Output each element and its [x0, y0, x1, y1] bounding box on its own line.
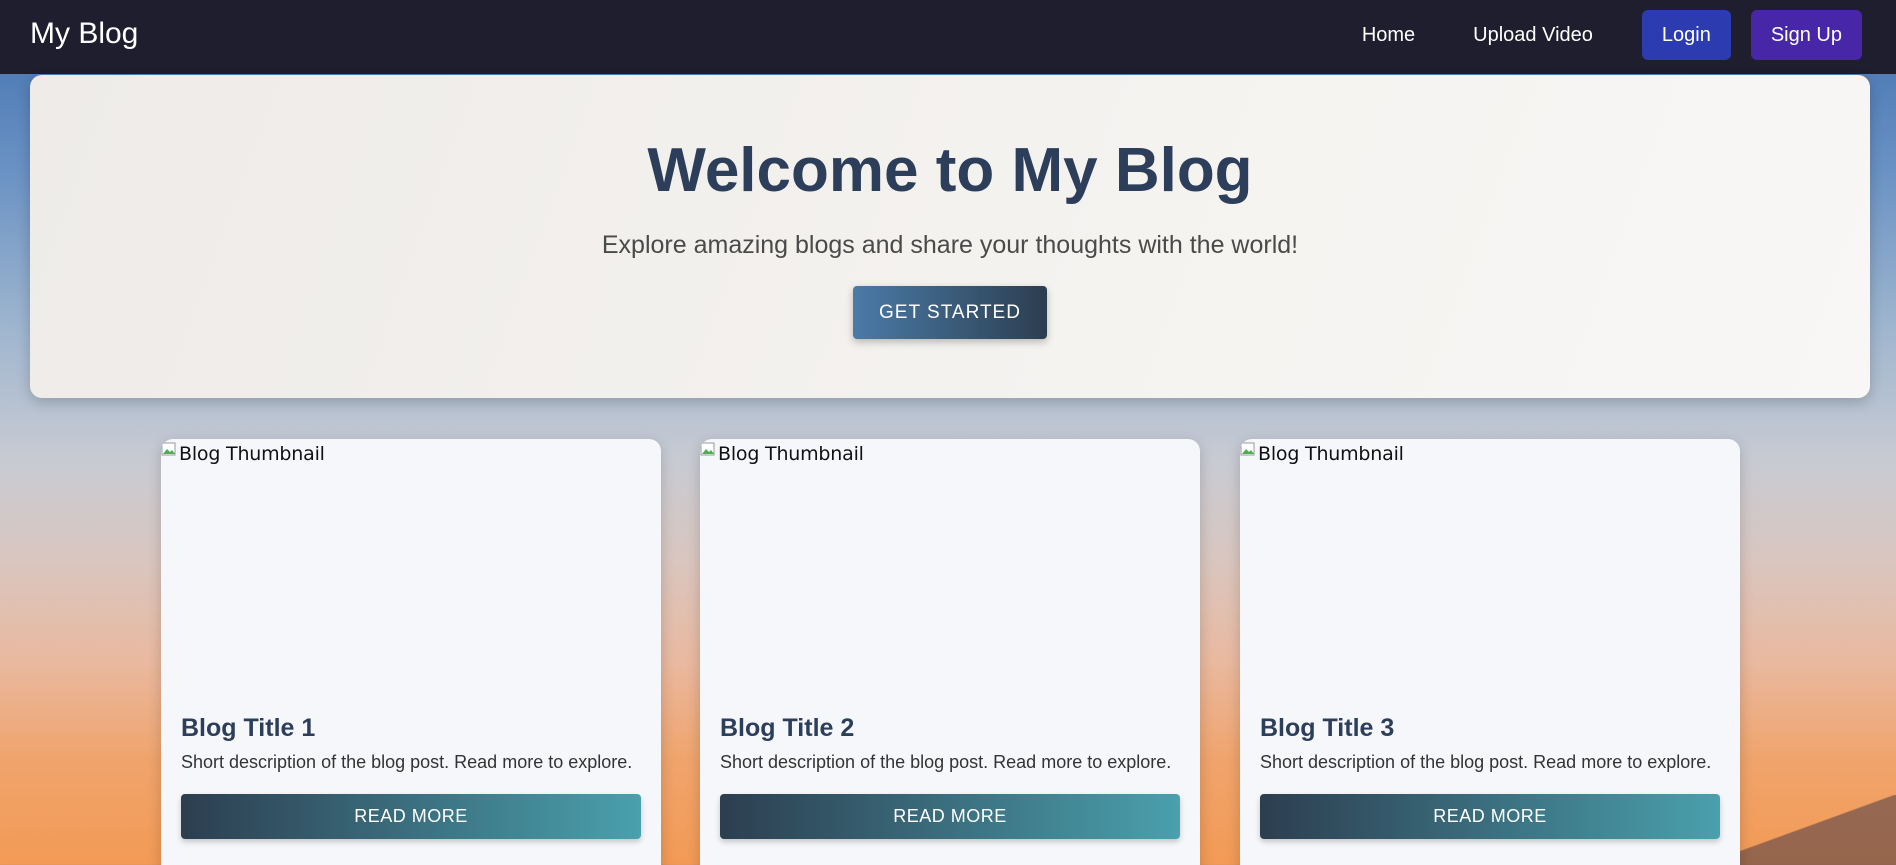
blog-card: Blog Thumbnail Blog Title 2 Short descri… [700, 439, 1200, 865]
blog-description: Short description of the blog post. Read… [720, 752, 1172, 772]
navbar: My Blog Home Upload Video Login Sign Up [0, 0, 1896, 74]
read-more-button[interactable]: READ MORE [1260, 794, 1720, 839]
blog-thumbnail: Blog Thumbnail [161, 439, 661, 689]
hero-section: Welcome to My Blog Explore amazing blogs… [30, 75, 1870, 398]
get-started-button[interactable]: GET STARTED [853, 286, 1047, 339]
blog-title: Blog Title 3 [1260, 714, 1395, 742]
blog-card: Blog Thumbnail Blog Title 1 Short descri… [161, 439, 661, 865]
brand-logo[interactable]: My Blog [30, 16, 138, 52]
broken-image-icon [700, 442, 715, 456]
read-more-button[interactable]: READ MORE [720, 794, 1180, 839]
thumbnail-alt-text: Blog Thumbnail [1258, 443, 1404, 465]
broken-image-icon [161, 442, 176, 456]
blog-description: Short description of the blog post. Read… [181, 752, 633, 772]
blog-thumbnail: Blog Thumbnail [1240, 439, 1740, 689]
blog-thumbnail: Blog Thumbnail [700, 439, 1200, 689]
blog-description: Short description of the blog post. Read… [1260, 752, 1712, 772]
thumbnail-alt-text: Blog Thumbnail [179, 443, 325, 465]
blog-card: Blog Thumbnail Blog Title 3 Short descri… [1240, 439, 1740, 865]
blog-title: Blog Title 2 [720, 714, 855, 742]
broken-image-icon [1240, 442, 1255, 456]
signup-button[interactable]: Sign Up [1750, 10, 1862, 60]
hero-title: Welcome to My Blog [647, 136, 1253, 205]
login-button[interactable]: Login [1641, 10, 1731, 60]
read-more-button[interactable]: READ MORE [181, 794, 641, 839]
blog-title: Blog Title 1 [181, 714, 316, 742]
thumbnail-alt-text: Blog Thumbnail [718, 443, 864, 465]
nav-links: Home Upload Video Login Sign Up [1333, 10, 1862, 60]
hero-subtitle: Explore amazing blogs and share your tho… [601, 231, 1299, 259]
nav-link-home[interactable]: Home [1333, 24, 1444, 47]
nav-link-upload-video[interactable]: Upload Video [1444, 24, 1622, 47]
